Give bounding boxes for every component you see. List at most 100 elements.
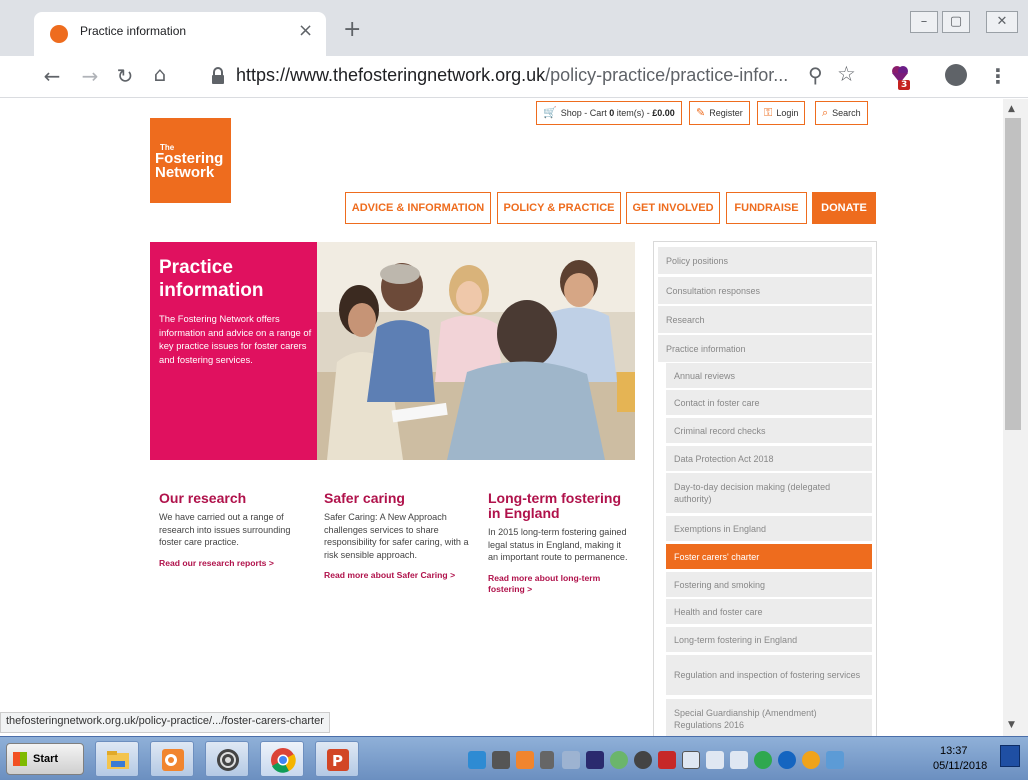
long-term-heading: Long-term fostering in England <box>488 490 621 521</box>
sidebar-item-data-protection-act[interactable]: Data Protection Act 2018 <box>666 446 872 471</box>
link-status-bar: thefosteringnetwork.org.uk/policy-practi… <box>0 712 330 733</box>
nav-advice-information[interactable]: ADVICE & INFORMATION <box>345 192 491 224</box>
sidebar-item-regulation-and-inspection[interactable]: Regulation and inspection of fostering s… <box>666 655 872 695</box>
profile-avatar-icon[interactable] <box>945 64 967 86</box>
svg-text:P: P <box>332 752 343 770</box>
page-title: Practice information <box>159 257 264 301</box>
taskbar-powerpoint-button[interactable]: P <box>315 741 359 777</box>
sidebar-item-annual-reviews[interactable]: Annual reviews <box>666 363 872 388</box>
sidebar-item-exemptions-in-england[interactable]: Exemptions in England <box>666 516 872 541</box>
tray-skype-icon[interactable] <box>468 751 486 769</box>
sidebar-item-health-and-foster-care[interactable]: Health and foster care <box>666 599 872 624</box>
research-heading: Our research <box>159 490 247 506</box>
tray-update-icon[interactable] <box>754 751 772 769</box>
research-body: We have carried out a range of research … <box>159 512 291 548</box>
extension-badge: 3 <box>898 80 911 90</box>
forward-icon[interactable]: → <box>78 64 102 88</box>
tray-green-icon[interactable] <box>610 751 628 769</box>
folder-icon <box>107 751 129 769</box>
sidebar-item-fostering-and-smoking[interactable]: Fostering and smoking <box>666 572 872 597</box>
restore-button[interactable]: ▢ <box>942 11 970 33</box>
powerpoint-icon: P <box>327 749 349 771</box>
tab-strip: Practice information × + – ▢ ✕ <box>0 0 1028 56</box>
tray-outlook-icon[interactable] <box>516 751 534 769</box>
tab-practice-information[interactable]: Practice information × <box>34 12 326 56</box>
tray-pdf-icon[interactable] <box>658 751 676 769</box>
sidebar-item-policy-positions[interactable]: Policy positions <box>658 247 872 274</box>
long-term-column: Long-term fostering in England In 2015 l… <box>488 491 628 595</box>
safer-caring-body: Safer Caring: A New Approach challenges … <box>324 512 469 560</box>
hero-meeting-photo <box>317 242 635 460</box>
sidebar-item-criminal-record-checks[interactable]: Criminal record checks <box>666 418 872 443</box>
scroll-down-icon[interactable]: ▼ <box>1008 720 1015 730</box>
minimize-button[interactable]: – <box>910 11 938 33</box>
tray-spiral-icon[interactable] <box>634 751 652 769</box>
bookmark-star-icon[interactable]: ☆ <box>837 62 856 86</box>
shop-cart-link[interactable]: 🛒 Shop - Cart 0 item(s) - £0.00 <box>536 101 682 125</box>
sidebar-item-practice-information[interactable]: Practice information <box>658 335 872 362</box>
fostering-network-logo[interactable]: The Fostering Network <box>150 118 231 203</box>
sidebar-item-day-to-day-decision-making[interactable]: Day-to-day decision making (delegated au… <box>666 473 872 513</box>
safer-caring-heading: Safer caring <box>324 490 405 506</box>
sidebar-item-special-guardianship[interactable]: Special Guardianship (Amendment) Regulat… <box>666 699 872 736</box>
nav-donate[interactable]: DONATE <box>812 192 876 224</box>
sidebar-item-research[interactable]: Research <box>658 306 872 333</box>
safer-caring-link[interactable]: Read more about Safer Caring > <box>324 570 469 581</box>
tray-monitor-icon[interactable] <box>492 751 510 769</box>
tray-warning-icon[interactable] <box>802 751 820 769</box>
long-term-link[interactable]: Read more about long-term fostering > <box>488 573 628 595</box>
nav-policy-practice[interactable]: POLICY & PRACTICE <box>497 192 621 224</box>
home-icon[interactable]: ⌂ <box>148 62 172 86</box>
taskbar-outlook-button[interactable] <box>150 741 194 777</box>
search-link[interactable]: ⌕ Search <box>815 101 868 125</box>
spiral-app-icon <box>217 749 239 771</box>
browser-menu-icon[interactable]: ⋮ <box>988 64 1008 88</box>
tray-display-icon[interactable] <box>826 751 844 769</box>
back-icon[interactable]: ← <box>40 64 64 88</box>
windows-flag-icon <box>13 752 27 766</box>
nav-fundraise[interactable]: FUNDRAISE <box>726 192 807 224</box>
sidebar-item-long-term-fostering[interactable]: Long-term fostering in England <box>666 627 872 652</box>
safer-caring-column: Safer caring Safer Caring: A New Approac… <box>324 491 469 581</box>
tab-title: Practice information <box>80 24 187 38</box>
reload-icon[interactable]: ↻ <box>113 64 137 88</box>
close-window-button[interactable]: ✕ <box>986 11 1018 33</box>
address-bar[interactable]: https://www.thefosteringnetwork.org.uk/p… <box>236 65 788 86</box>
tray-network-icon[interactable] <box>706 751 724 769</box>
register-link[interactable]: ✎ Register <box>689 101 750 125</box>
sidebar-item-foster-carers-charter[interactable]: Foster carers' charter <box>666 544 872 569</box>
tray-pen-icon[interactable] <box>540 751 554 769</box>
key-icon: ⚿ <box>764 107 773 119</box>
url-path: /policy-practice/practice-infor... <box>545 65 789 85</box>
nav-get-involved[interactable]: GET INVOLVED <box>626 192 720 224</box>
scrollbar-thumb[interactable] <box>1005 118 1021 430</box>
clock-date[interactable]: 05/11/2018 <box>933 760 987 772</box>
pencil-icon: ✎ <box>696 107 706 119</box>
windows-taskbar: Start P 13:37 05/11/2018 <box>0 736 1028 780</box>
outlook-icon <box>162 749 184 771</box>
taskbar-chrome-button[interactable] <box>260 741 304 777</box>
research-link[interactable]: Read our research reports > <box>159 558 309 569</box>
tray-volume-icon[interactable] <box>730 751 748 769</box>
tray-blank-icon[interactable] <box>562 751 580 769</box>
scroll-up-icon[interactable]: ▲ <box>1008 104 1015 114</box>
url-domain: https://www.thefosteringnetwork.org.uk <box>236 65 546 85</box>
hero-intro-text: The Fostering Network offers information… <box>159 313 312 365</box>
tray-bluetooth-icon[interactable] <box>778 751 796 769</box>
start-button[interactable]: Start <box>6 743 84 775</box>
search-icon: ⌕ <box>822 107 829 119</box>
taskbar-explorer-button[interactable] <box>95 741 139 777</box>
tab-close-icon[interactable]: × <box>298 20 313 41</box>
clock-time[interactable]: 13:37 <box>940 745 968 757</box>
login-link[interactable]: ⚿ Login <box>757 101 806 125</box>
sidebar-item-contact-in-foster-care[interactable]: Contact in foster care <box>666 390 872 415</box>
tray-device-icon[interactable] <box>682 751 700 769</box>
new-tab-button[interactable]: + <box>343 17 361 42</box>
chrome-icon <box>271 748 296 773</box>
site-favicon-icon <box>50 25 68 43</box>
tray-247-icon[interactable] <box>586 751 604 769</box>
taskbar-app-button[interactable] <box>205 741 249 777</box>
show-desktop-button[interactable] <box>1000 745 1020 767</box>
sidebar-item-consultation-responses[interactable]: Consultation responses <box>658 277 872 304</box>
zoom-icon[interactable]: ⚲ <box>808 63 823 87</box>
